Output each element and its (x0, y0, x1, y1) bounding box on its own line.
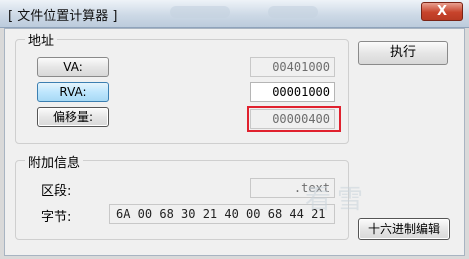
info-group-title: 附加信息 (25, 152, 84, 171)
address-group-title: 地址 (25, 30, 58, 49)
hex-edit-button[interactable]: 十六进制编辑 (358, 218, 450, 240)
offset-button[interactable]: 偏移量: (37, 107, 109, 127)
watermark-logo: 看雪 (305, 185, 370, 215)
va-field[interactable]: 00401000 (250, 57, 335, 77)
section-label: 区段: (41, 184, 72, 199)
va-button[interactable]: VA: (37, 57, 109, 77)
close-button[interactable]: X (421, 2, 463, 21)
execute-button[interactable]: 执行 (358, 41, 448, 65)
bytes-field[interactable]: 6A 00 68 30 21 40 00 68 44 21 (109, 204, 335, 224)
offset-highlight-box (247, 106, 341, 132)
rva-button[interactable]: RVA: (37, 82, 109, 102)
info-groupbox (15, 160, 349, 240)
bytes-label: 字节: (41, 210, 72, 225)
background-blur (170, 6, 230, 18)
rva-field[interactable]: 00001000 (250, 82, 335, 102)
window-title: [ 文件位置计算器 ] (8, 9, 118, 24)
dialog-client-area: 地址 VA: 00401000 RVA: 00001000 偏移量: 00000… (4, 28, 465, 256)
background-blur (268, 6, 318, 18)
title-bar[interactable]: [ 文件位置计算器 ] X (0, 0, 469, 28)
